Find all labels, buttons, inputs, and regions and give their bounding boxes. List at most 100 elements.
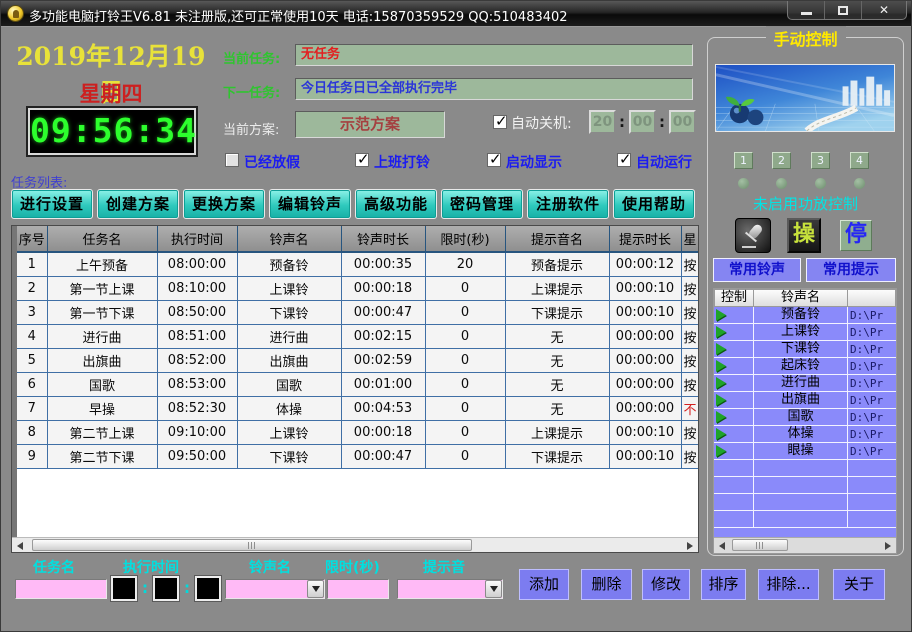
help-button[interactable]: 使用帮助: [613, 189, 695, 219]
sort-button[interactable]: 排序: [701, 569, 746, 600]
play-icon[interactable]: [716, 411, 726, 423]
bell-name: 上课铃: [754, 324, 848, 340]
amp-status-label: 未启用功放控制: [708, 193, 903, 214]
bell-row[interactable]: 预备铃 D:\Pr: [714, 307, 896, 324]
channel-3-button[interactable]: 3: [811, 152, 830, 169]
app-icon: [7, 5, 24, 22]
bell-path: D:\Pr: [848, 443, 894, 459]
bell-row[interactable]: [714, 511, 896, 528]
task-table-body: 1上午预备08:00:00 预备铃00:00:3520 预备提示00:00:12…: [17, 252, 699, 468]
bell-row[interactable]: 进行曲 D:\Pr: [714, 375, 896, 392]
bell-name: 眼操: [754, 443, 848, 459]
play-icon[interactable]: [716, 428, 726, 440]
channel-2-button[interactable]: 2: [772, 152, 791, 169]
channel-4-button[interactable]: 4: [850, 152, 869, 169]
bell-name: [754, 494, 848, 510]
bell-name: 国歌: [754, 409, 848, 425]
table-row[interactable]: 2第一节上课08:10:00 上课铃00:00:180 上课提示00:00:10…: [17, 276, 699, 300]
bell-row[interactable]: 国歌 D:\Pr: [714, 409, 896, 426]
autorun-checkbox[interactable]: [617, 153, 631, 167]
bell-name: 体操: [754, 426, 848, 442]
bell-path: D:\Pr: [848, 426, 894, 442]
limit-input[interactable]: [327, 579, 389, 599]
holiday-checkbox[interactable]: [225, 153, 239, 167]
col-header: 序号: [17, 226, 47, 252]
scroll-thumb[interactable]: [32, 539, 472, 551]
stop-button[interactable]: 停: [840, 220, 872, 251]
bell-row[interactable]: 下课铃 D:\Pr: [714, 341, 896, 358]
bell-row[interactable]: 出旗曲 D:\Pr: [714, 392, 896, 409]
bell-row[interactable]: 起床铃 D:\Pr: [714, 358, 896, 375]
play-icon[interactable]: [716, 445, 726, 457]
scroll-left-icon[interactable]: [714, 538, 730, 553]
password-button[interactable]: 密码管理: [441, 189, 523, 219]
table-hscrollbar[interactable]: [12, 537, 698, 552]
bell-path: [848, 460, 894, 476]
bell-row[interactable]: 体操 D:\Pr: [714, 426, 896, 443]
bell-row[interactable]: [714, 460, 896, 477]
table-row[interactable]: 9第二节下课09:50:00 下课铃00:00:470 下课提示00:00:10…: [17, 444, 699, 468]
about-button[interactable]: 关于: [833, 569, 885, 600]
shutdown-second-field[interactable]: 00: [669, 110, 696, 134]
task-name-input[interactable]: [15, 579, 107, 599]
prompt-dropdown-icon[interactable]: [485, 580, 502, 598]
operate-button[interactable]: 操: [787, 218, 821, 253]
play-icon[interactable]: [716, 360, 726, 372]
exec-hour-input[interactable]: [111, 576, 137, 601]
switch-plan-button[interactable]: 更换方案: [183, 189, 265, 219]
next-task-label: 下一任务:: [223, 82, 280, 101]
scenery-image: [715, 64, 895, 132]
maximize-button[interactable]: [825, 1, 862, 19]
bell-row[interactable]: [714, 494, 896, 511]
minimize-button[interactable]: [788, 1, 825, 19]
close-button[interactable]: ✕: [862, 1, 906, 19]
bell-dropdown-icon[interactable]: [307, 580, 324, 598]
table-row[interactable]: 3第一节下课08:50:00 下课铃00:00:470 下课提示00:00:10…: [17, 300, 699, 324]
workbell-checkbox[interactable]: [355, 153, 369, 167]
scroll-right-icon[interactable]: [880, 538, 896, 553]
holiday-label: 已经放假: [244, 152, 300, 172]
shutdown-hour-field[interactable]: 20: [589, 110, 616, 134]
next-task-field: 今日任务日已全部执行完毕: [295, 78, 693, 100]
scroll-thumb[interactable]: [732, 539, 788, 551]
table-row[interactable]: 8第二节上课09:10:00 上课铃00:00:180 上课提示00:00:10…: [17, 420, 699, 444]
table-row[interactable]: 4进行曲08:51:00 进行曲00:02:150 无00:00:00按: [17, 324, 699, 348]
startup-display-checkbox[interactable]: [487, 153, 501, 167]
advanced-button[interactable]: 高级功能: [355, 189, 437, 219]
table-row[interactable]: 6国歌08:53:00 国歌00:01:000 无00:00:00按: [17, 372, 699, 396]
table-row[interactable]: 5出旗曲08:52:00 出旗曲00:02:590 无00:00:00按: [17, 348, 699, 372]
add-button[interactable]: 添加: [519, 569, 569, 600]
create-plan-button[interactable]: 创建方案: [97, 189, 179, 219]
bell-list-hscrollbar[interactable]: [714, 537, 896, 553]
exec-minute-input[interactable]: [153, 576, 179, 601]
scroll-left-icon[interactable]: [12, 538, 28, 553]
channel-1-button[interactable]: 1: [734, 152, 753, 169]
auto-shutdown-checkbox[interactable]: [493, 115, 507, 129]
play-icon[interactable]: [716, 326, 726, 338]
shutdown-colon: :: [619, 113, 625, 131]
play-icon[interactable]: [716, 377, 726, 389]
scroll-right-icon[interactable]: [682, 538, 698, 553]
microphone-button[interactable]: [735, 218, 771, 253]
register-button[interactable]: 注册软件: [527, 189, 609, 219]
delete-button[interactable]: 删除: [581, 569, 632, 600]
bell-row[interactable]: 上课铃 D:\Pr: [714, 324, 896, 341]
bell-row[interactable]: 眼操 D:\Pr: [714, 443, 896, 460]
modify-button[interactable]: 修改: [642, 569, 690, 600]
table-row[interactable]: 1上午预备08:00:00 预备铃00:00:3520 预备提示00:00:12…: [17, 252, 699, 276]
common-prompts-button[interactable]: 常用提示: [806, 258, 896, 282]
shutdown-minute-field[interactable]: 00: [629, 110, 656, 134]
exec-second-input[interactable]: [195, 576, 221, 601]
bell-name: 预备铃: [754, 307, 848, 323]
play-icon[interactable]: [716, 309, 726, 321]
time-colon: :: [184, 579, 190, 597]
table-row[interactable]: 7早操08:52:30 体操00:04:530 无00:00:00不: [17, 396, 699, 420]
exclude-button[interactable]: 排除...: [758, 569, 819, 600]
settings-button[interactable]: 进行设置: [11, 189, 93, 219]
edit-bells-button[interactable]: 编辑铃声: [269, 189, 351, 219]
bell-row[interactable]: [714, 477, 896, 494]
play-icon[interactable]: [716, 394, 726, 406]
play-icon[interactable]: [716, 343, 726, 355]
bell-name: [754, 460, 848, 476]
common-bells-button[interactable]: 常用铃声: [713, 258, 801, 282]
